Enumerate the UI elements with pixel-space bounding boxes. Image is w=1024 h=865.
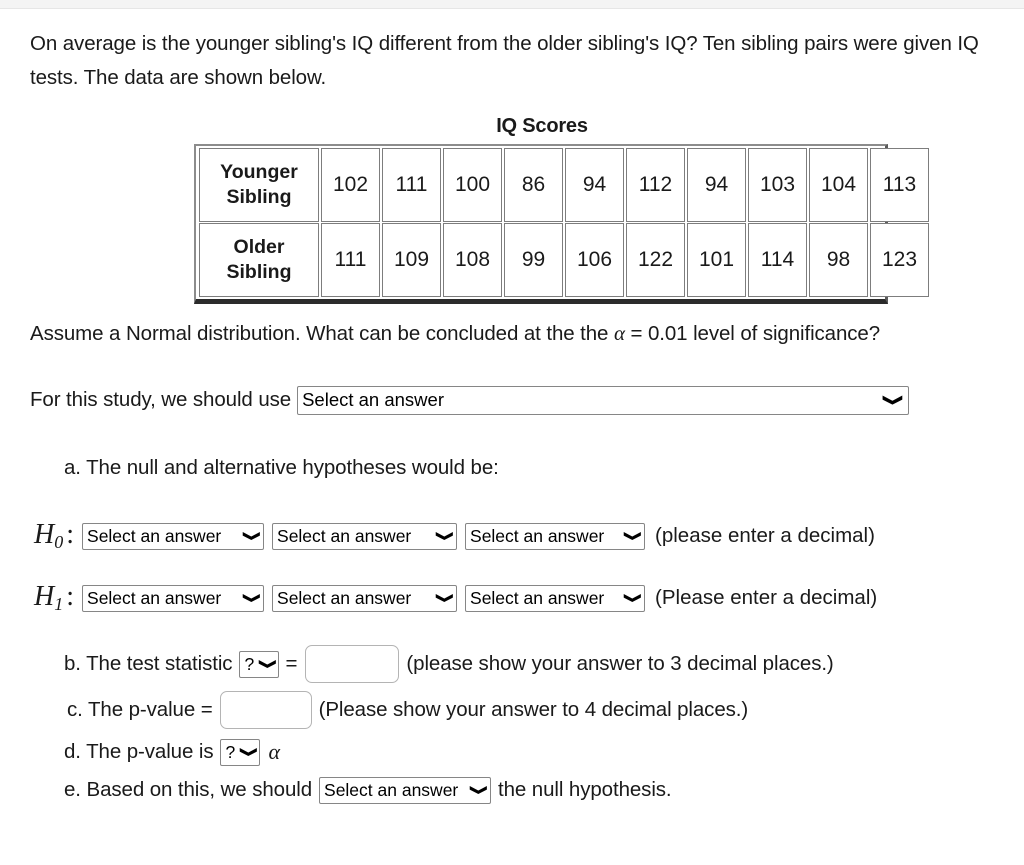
browser-top-bar — [0, 0, 1024, 9]
hypothesis-null-row: H0: Select an answer ❯ Select an answer … — [34, 519, 1024, 553]
significance-level-text: Assume a Normal distribution. What can b… — [30, 318, 1024, 349]
study-type-row: For this study, we should use Select an … — [30, 385, 1024, 415]
study-type-label: For this study, we should use — [30, 388, 292, 411]
h0-select1-wrapper[interactable]: Select an answer ❯ — [82, 522, 265, 550]
significance-text-part2: = 0.01 level of significance? — [624, 322, 881, 345]
cell-younger-4: 86 — [504, 148, 563, 222]
question-page: On average is the younger sibling's IQ d… — [0, 9, 1024, 805]
h1-colon: : — [66, 581, 75, 612]
h0-colon: : — [66, 519, 75, 550]
alpha-symbol: α — [613, 321, 625, 345]
question-prompt: On average is the younger sibling's IQ d… — [30, 32, 979, 89]
p-value-compare-select-wrapper[interactable]: ? ❯ — [220, 738, 261, 766]
h0-value-select[interactable]: Select an answer — [465, 522, 646, 550]
h1-label: H1: — [34, 581, 74, 615]
significance-text-part1: Assume a Normal distribution. What can b… — [30, 322, 614, 345]
item-e-label-after: the null hypothesis. — [498, 778, 672, 801]
item-e-row: e. Based on this, we should Select an an… — [64, 775, 1024, 805]
table-row-younger: Younger Sibling 102 111 100 86 94 112 94… — [199, 148, 929, 222]
p-value-input[interactable] — [219, 691, 312, 729]
cell-younger-8: 103 — [748, 148, 807, 222]
conclusion-select[interactable]: Select an answer — [319, 776, 492, 804]
h0-select2-wrapper[interactable]: Select an answer ❯ — [272, 522, 458, 550]
cell-older-4: 99 — [504, 223, 563, 297]
cell-older-10: 123 — [870, 223, 929, 297]
table-title: IQ Scores — [496, 115, 588, 137]
h0-subscript: 0 — [54, 532, 64, 552]
h1-symbol: H — [34, 581, 55, 612]
item-b-label: b. The test statistic — [64, 652, 233, 675]
cell-younger-3: 100 — [443, 148, 502, 222]
conclusion-select-wrapper[interactable]: Select an answer ❯ — [319, 776, 492, 804]
row-header-younger: Younger Sibling — [199, 148, 319, 222]
item-d-row: d. The p-value is ? ❯ α — [64, 737, 1024, 767]
h0-symbol: H — [34, 519, 55, 550]
iq-scores-table: Younger Sibling 102 111 100 86 94 112 94… — [197, 147, 931, 298]
cell-younger-10: 113 — [870, 148, 929, 222]
cell-older-1: 111 — [321, 223, 380, 297]
item-e-label-before: e. Based on this, we should — [64, 778, 313, 801]
study-type-select[interactable]: Select an answer — [297, 385, 910, 415]
row-header-older: Older Sibling — [199, 223, 319, 297]
cell-younger-5: 94 — [565, 148, 624, 222]
item-b-row: b. The test statistic ? ❯ = (please show… — [64, 645, 1024, 683]
item-c-row: c. The p-value = (Please show your answe… — [67, 691, 1024, 729]
cell-younger-9: 104 — [809, 148, 868, 222]
hypothesis-alt-row: H1: Select an answer ❯ Select an answer … — [34, 581, 1024, 615]
h1-select3-wrapper[interactable]: Select an answer ❯ — [465, 584, 646, 612]
cell-older-6: 122 — [626, 223, 685, 297]
cell-older-5: 106 — [565, 223, 624, 297]
test-statistic-select-wrapper[interactable]: ? ❯ — [239, 650, 280, 678]
h1-operator-select[interactable]: Select an answer — [272, 584, 458, 612]
h0-parameter-select[interactable]: Select an answer — [82, 522, 265, 550]
row-header-older-line1: Older — [233, 236, 285, 258]
iq-scores-table-block: IQ Scores Younger Sibling 102 111 100 86… — [0, 115, 1024, 304]
h1-value-select[interactable]: Select an answer — [465, 584, 646, 612]
h0-select3-wrapper[interactable]: Select an answer ❯ — [465, 522, 646, 550]
cell-younger-7: 94 — [687, 148, 746, 222]
test-statistic-select[interactable]: ? — [239, 650, 280, 678]
h1-select2-wrapper[interactable]: Select an answer ❯ — [272, 584, 458, 612]
item-a-text: a. The null and alternative hypotheses w… — [64, 456, 499, 479]
cell-older-7: 101 — [687, 223, 746, 297]
cell-younger-6: 112 — [626, 148, 685, 222]
study-type-select-wrapper[interactable]: Select an answer ❯ — [297, 385, 910, 415]
cell-older-2: 109 — [382, 223, 441, 297]
row-header-younger-line2: Sibling — [226, 186, 292, 208]
item-c-note: (Please show your answer to 4 decimal pl… — [318, 698, 749, 721]
cell-older-9: 98 — [809, 223, 868, 297]
h0-label: H0: — [34, 519, 74, 553]
table-outer-frame: Younger Sibling 102 111 100 86 94 112 94… — [194, 144, 929, 304]
cell-younger-1: 102 — [321, 148, 380, 222]
h0-operator-select[interactable]: Select an answer — [272, 522, 458, 550]
alpha-symbol: α — [268, 739, 281, 764]
row-header-younger-line1: Younger — [220, 161, 298, 183]
h1-select1-wrapper[interactable]: Select an answer ❯ — [82, 584, 265, 612]
item-c-label: c. The p-value = — [67, 698, 213, 721]
h1-subscript: 1 — [54, 594, 64, 614]
cell-younger-2: 111 — [382, 148, 441, 222]
cell-older-3: 108 — [443, 223, 502, 297]
test-statistic-input[interactable] — [305, 645, 400, 683]
row-header-older-line2: Sibling — [226, 261, 292, 283]
table-row-older: Older Sibling 111 109 108 99 106 122 101… — [199, 223, 929, 297]
p-value-compare-select[interactable]: ? — [220, 738, 261, 766]
h0-note: (please enter a decimal) — [655, 524, 875, 547]
cell-older-8: 114 — [748, 223, 807, 297]
h1-note: (Please enter a decimal) — [655, 586, 878, 609]
item-b-note: (please show your answer to 3 decimal pl… — [406, 652, 834, 675]
h1-parameter-select[interactable]: Select an answer — [82, 584, 265, 612]
item-d-label: d. The p-value is — [64, 740, 214, 763]
item-b-equals: = — [285, 652, 298, 675]
